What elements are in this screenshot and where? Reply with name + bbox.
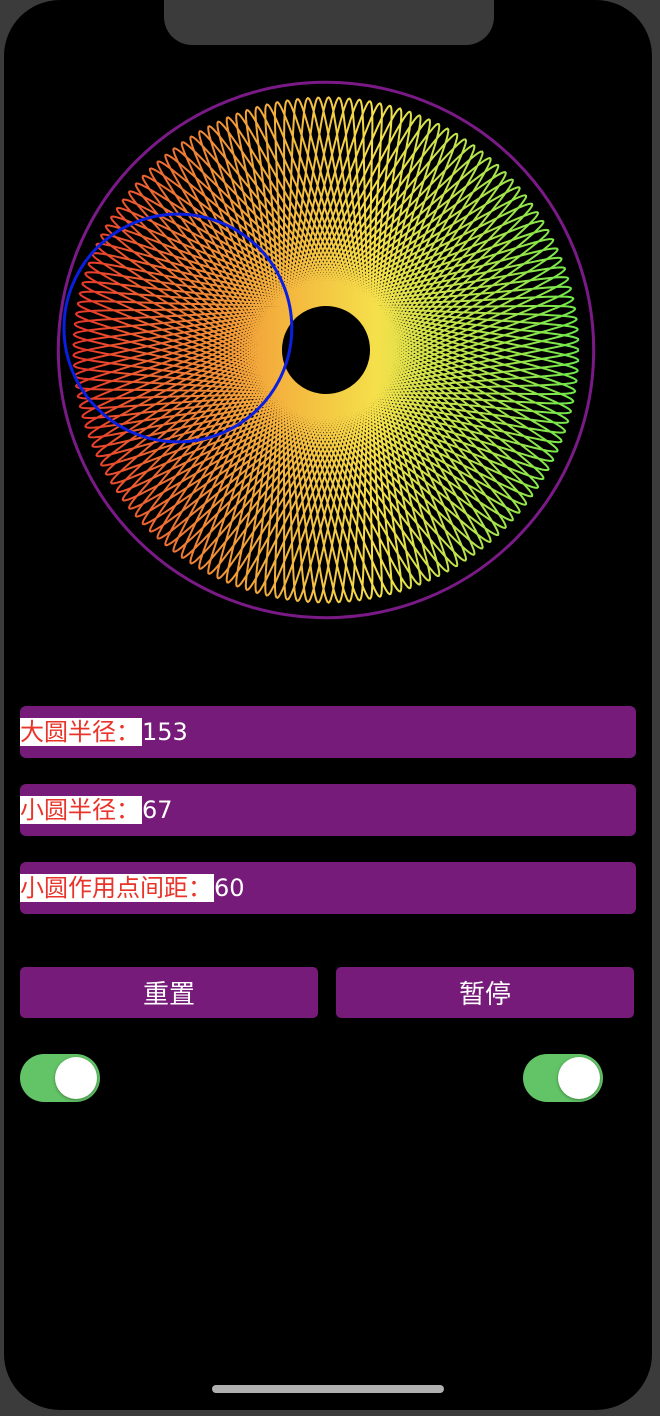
pause-button[interactable]: 暂停 <box>336 967 634 1018</box>
big-radius-value[interactable]: 153 <box>142 718 188 746</box>
spirograph-canvas <box>0 0 660 660</box>
right-toggle-switch[interactable] <box>523 1054 603 1102</box>
hypotrochoid-curve <box>72 96 580 604</box>
left-toggle-knob <box>55 1057 97 1099</box>
small-radius-label: 小圆半径： <box>20 796 142 824</box>
spirograph-drawing <box>56 80 596 620</box>
pen-offset-value[interactable]: 60 <box>214 874 245 902</box>
left-toggle-switch[interactable] <box>20 1054 100 1102</box>
reset-button[interactable]: 重置 <box>20 967 318 1018</box>
big-radius-field[interactable]: 大圆半径： 153 <box>20 706 636 758</box>
small-radius-value[interactable]: 67 <box>142 796 173 824</box>
device-frame: 大圆半径： 153 小圆半径： 67 小圆作用点间距： 60 重置 暂停 <box>0 0 660 1416</box>
pen-offset-field[interactable]: 小圆作用点间距： 60 <box>20 862 636 914</box>
right-toggle-knob <box>558 1057 600 1099</box>
big-radius-label: 大圆半径： <box>20 718 142 746</box>
small-radius-field[interactable]: 小圆半径： 67 <box>20 784 636 836</box>
home-indicator <box>212 1385 444 1393</box>
pen-offset-label: 小圆作用点间距： <box>20 874 214 902</box>
